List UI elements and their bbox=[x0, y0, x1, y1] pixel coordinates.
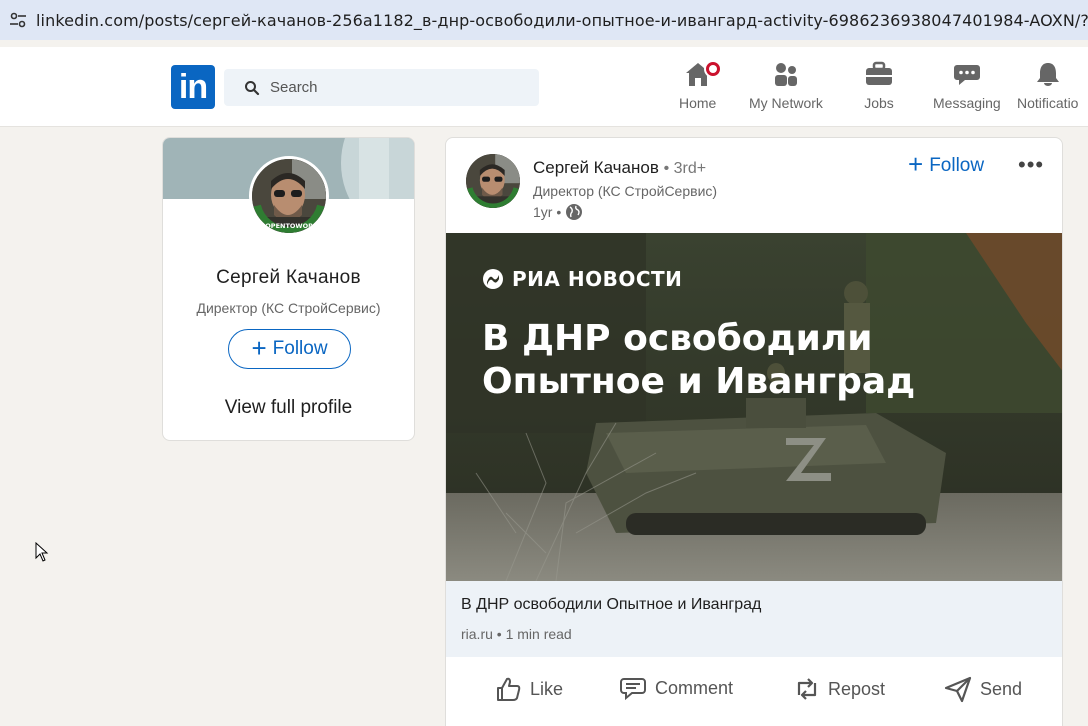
link-source: ria.ru • 1 min read bbox=[461, 626, 572, 642]
repost-icon bbox=[797, 678, 817, 700]
nav-notifications[interactable]: Notificatio bbox=[1017, 59, 1078, 115]
nav-jobs[interactable]: Jobs bbox=[864, 59, 894, 115]
image-headline: В ДНР освободили Опытное и Иванград bbox=[482, 318, 916, 402]
profile-title: Директор (КС СтройСервис) bbox=[196, 300, 381, 316]
comment-label: Comment bbox=[655, 677, 734, 698]
comment-button[interactable]: Comment bbox=[619, 675, 733, 701]
link-title[interactable]: В ДНР освободили Опытное и Иванград bbox=[461, 596, 761, 614]
more-options-icon[interactable]: ••• bbox=[1018, 152, 1044, 178]
site-settings-icon[interactable] bbox=[0, 12, 36, 28]
view-full-profile-link[interactable]: View full profile bbox=[163, 397, 414, 419]
mouse-cursor-icon bbox=[35, 542, 49, 562]
post-image[interactable]: РИА НОВОСТИ В ДНР освободили Опытное и И… bbox=[446, 233, 1062, 581]
nav-notifications-label: Notificatio bbox=[1017, 95, 1079, 111]
nav-home[interactable]: Home bbox=[679, 59, 722, 115]
profile-follow-button[interactable]: + Follow bbox=[228, 329, 351, 369]
post-follow-button[interactable]: + Follow bbox=[908, 149, 985, 180]
nav-my-network-label: My Network bbox=[749, 95, 823, 111]
nav-jobs-label: Jobs bbox=[864, 95, 894, 111]
notification-badge bbox=[703, 60, 722, 78]
profile-name[interactable]: Сергей Качанов bbox=[163, 267, 414, 289]
post-author-headline: Директор (КС СтройСервис) bbox=[533, 183, 718, 199]
search-icon bbox=[245, 80, 260, 95]
post-card: Сергей Качанов • 3rd+ Директор (КС Строй… bbox=[445, 137, 1063, 726]
search-input[interactable]: Search bbox=[224, 69, 539, 106]
send-label: Send bbox=[980, 678, 1023, 699]
plus-icon: + bbox=[908, 149, 924, 179]
avatar[interactable]: #OPENTOWORK bbox=[249, 156, 329, 236]
like-button[interactable]: Like bbox=[494, 675, 563, 703]
briefcase-icon bbox=[866, 61, 892, 85]
repost-button[interactable]: Repost bbox=[794, 675, 885, 703]
nav-home-label: Home bbox=[679, 95, 717, 111]
bell-icon bbox=[1036, 63, 1059, 86]
like-icon bbox=[497, 677, 521, 701]
profile-follow-label: Follow bbox=[272, 338, 328, 359]
network-icon bbox=[774, 63, 797, 86]
repost-label: Repost bbox=[828, 678, 886, 699]
post-actions: Like Comment Repost Send bbox=[446, 657, 1062, 726]
browser-address-bar[interactable]: linkedin.com/posts/сергей-качанов-256a11… bbox=[0, 0, 1088, 40]
post-meta: 1yr • bbox=[533, 203, 583, 221]
post-author-name[interactable]: Сергей Качанов bbox=[533, 158, 659, 177]
connection-degree: • 3rd+ bbox=[663, 160, 707, 177]
nav-my-network[interactable]: My Network bbox=[749, 59, 823, 115]
opentowork-frame-text: #OPENTOWORK bbox=[260, 222, 319, 230]
ria-brand: РИА НОВОСТИ bbox=[482, 267, 682, 291]
ria-brand-text: РИА НОВОСТИ bbox=[512, 267, 683, 291]
nav-messaging[interactable]: Messaging bbox=[933, 59, 1001, 115]
comment-icon bbox=[620, 678, 646, 701]
ria-logo-icon bbox=[483, 269, 503, 289]
linkedin-logo[interactable]: in bbox=[171, 65, 215, 109]
post-author-avatar[interactable] bbox=[466, 154, 520, 208]
top-nav-bar: in Search Home My Network Jobs Messaging… bbox=[0, 47, 1088, 127]
send-icon bbox=[944, 676, 972, 703]
profile-card: #OPENTOWORK Сергей Качанов Директор (КС … bbox=[162, 137, 415, 441]
post-author-line[interactable]: Сергей Качанов • 3rd+ bbox=[533, 158, 706, 178]
link-preview[interactable]: В ДНР освободили Опытное и Иванград ria.… bbox=[446, 581, 1062, 657]
plus-icon: + bbox=[251, 332, 267, 363]
search-placeholder: Search bbox=[270, 79, 318, 96]
globe-icon bbox=[566, 204, 583, 220]
post-time: 1yr • bbox=[533, 204, 562, 220]
url-text[interactable]: linkedin.com/posts/сергей-качанов-256a11… bbox=[36, 11, 1088, 30]
post-follow-label: Follow bbox=[929, 155, 985, 176]
send-button[interactable]: Send bbox=[944, 675, 1022, 703]
like-label: Like bbox=[530, 678, 564, 699]
nav-messaging-label: Messaging bbox=[933, 95, 1001, 111]
messaging-icon bbox=[953, 65, 980, 85]
